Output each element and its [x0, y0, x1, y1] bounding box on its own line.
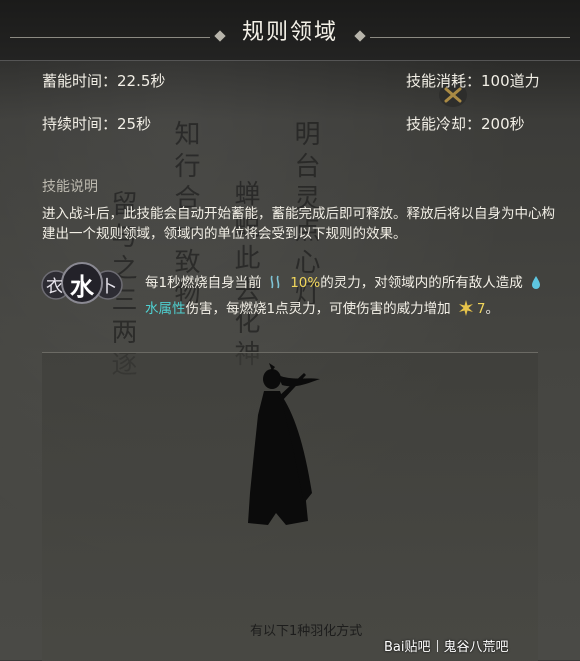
rule-effect-text: 每1秒燃烧自身当前 10%的灵力，对领域内的所有敌人造成 水属性伤害，每燃烧1点…: [145, 270, 545, 322]
page-title: 规则领域: [241, 20, 338, 45]
title-divider-right: [370, 37, 570, 38]
spirit-icon: [270, 275, 280, 289]
rule-text-part-a: 每1秒燃烧自身当前: [145, 275, 262, 291]
cooldown: 技能冷却：200秒: [406, 115, 525, 133]
watermark-forum: 鬼谷八荒吧: [443, 640, 509, 655]
figure-silhouette: [248, 363, 320, 525]
description-label: 技能说明: [42, 179, 98, 195]
skill-cost: 技能消耗：100道力: [406, 72, 540, 90]
water-drop-icon: [532, 276, 540, 289]
description-text: 进入战斗后，此技能会自动开始蓄能，蓄能完成后即可释放。释放后将以自身为中心构建出…: [42, 206, 555, 242]
rune-glyph-left: 衣: [46, 277, 63, 297]
rule-rune-icon: 衣 水 卜: [38, 258, 128, 308]
watermark-separator: [436, 640, 438, 652]
rule-text-part-d: 。: [485, 301, 499, 317]
rune-glyph-main: 水: [70, 272, 94, 301]
feathering-preview-panel: [42, 352, 538, 661]
rule-text-part-c: 伤害，每燃烧1点灵力，可使伤害的威力增加: [185, 301, 451, 317]
duration: 持续时间：25秒: [42, 115, 152, 133]
power-burst-icon: [458, 300, 473, 316]
feathering-note: 有以下1种羽化方式: [250, 624, 363, 639]
header-bar: 规则领域: [0, 0, 580, 61]
tieba-watermark: Bai贴吧 鬼谷八荒吧: [384, 636, 509, 655]
rune-glyph-right: 卜: [100, 277, 117, 297]
water-element: 水属性: [145, 301, 186, 317]
charge-time: 蓄能时间：22.5秒: [42, 72, 166, 90]
rule-text-part-b: 的灵力，对领域内的所有敌人造成: [320, 275, 523, 291]
watermark-brand: Bai贴吧: [384, 640, 431, 655]
burn-percent: 10%: [290, 275, 321, 291]
